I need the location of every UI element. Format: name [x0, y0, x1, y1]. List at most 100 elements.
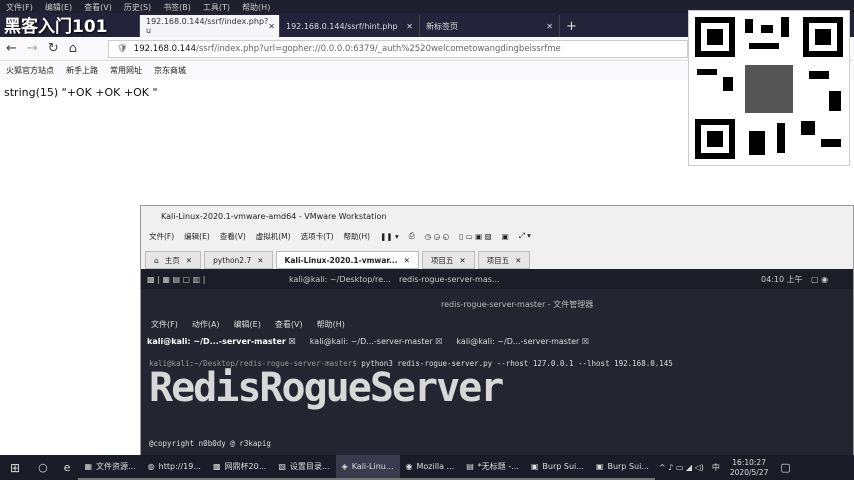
vm-tab-kali[interactable]: Kali-Linux-2020.1-vmwar... ✕: [275, 251, 419, 269]
vm-menu-tabs[interactable]: 选项卡(T): [301, 231, 334, 242]
taskbar-item[interactable]: ▣ Burp Sui...: [524, 455, 590, 480]
vm-menu-view[interactable]: 查看(V): [220, 231, 246, 242]
vm-tab-project5b[interactable]: 项目五 ✕: [477, 251, 531, 269]
snapshot-icon[interactable]: ◷ ◶ ◵: [425, 232, 449, 241]
tab-label: 项目五: [486, 255, 510, 265]
terminal-tab[interactable]: kali@kali: ~/D...-server-master ☒: [456, 337, 589, 346]
vm-menu-edit[interactable]: 编辑(E): [184, 231, 210, 242]
taskbar-label: 文件资源...: [96, 462, 136, 471]
console-icon[interactable]: ▣: [502, 232, 509, 241]
taskbar-label: 网鼎杯20...: [224, 462, 267, 471]
window-title: redis-rogue-server-master - 文件管理器: [441, 300, 594, 309]
fm-menu-help[interactable]: 帮助(H): [317, 319, 345, 330]
copyright-line: @copyright n0b0dy @ r3kapig: [149, 439, 271, 448]
tab-label: Kali-Linux-2020.1-vmwar...: [284, 255, 398, 265]
panel-clock: 04:10 上午: [761, 274, 803, 284]
taskbar-label: Kali-Linu...: [351, 462, 394, 471]
vm-tab-python[interactable]: python2.7 ✕: [204, 251, 273, 269]
taskbar-item[interactable]: ◈ Kali-Linu...: [335, 455, 400, 480]
shield-icon: 🛡: [117, 44, 128, 54]
tab-label: 新标签页: [426, 21, 458, 31]
menu-history[interactable]: 历史(S): [124, 2, 151, 12]
tab-hint[interactable]: 192.168.0.144/ssrf/hint.php ✕: [280, 15, 420, 37]
menu-edit[interactable]: 编辑(E): [45, 2, 72, 12]
taskbar-label: *无标题 -...: [477, 462, 519, 471]
terminal-window: redis-rogue-server-master - 文件管理器 文件(F) …: [141, 289, 853, 455]
bookmark-item[interactable]: 京东商城: [154, 65, 186, 77]
tab-label: kali@kali: ~/D...-server-master: [147, 337, 286, 346]
taskbar-item[interactable]: ▦ 文件资源...: [78, 455, 142, 480]
taskbar-item[interactable]: ▣ Burp Sui...: [589, 455, 655, 480]
view-icons[interactable]: ▯ ▭ ▣ ▨: [459, 232, 492, 241]
watermark: 黑客入门101: [4, 17, 108, 37]
tab-label: 主页: [164, 255, 180, 265]
terminal-tab[interactable]: kali@kali: ~/D...-server-master ☒: [310, 337, 443, 346]
clock-time: 16:10:27: [732, 457, 766, 467]
taskbar-item[interactable]: ▧ 设置目录...: [272, 455, 336, 480]
new-tab-button[interactable]: +: [560, 15, 580, 37]
tab-label: kali@kali: ~/D...-server-master: [309, 337, 433, 346]
edge-icon[interactable]: e: [56, 461, 79, 474]
fm-menu-view[interactable]: 查看(V): [275, 319, 303, 330]
fm-menu-edit[interactable]: 编辑(E): [234, 319, 261, 330]
tab-label: python2.7: [213, 255, 252, 265]
taskbar-label: 设置目录...: [289, 462, 330, 471]
vm-menu-file[interactable]: 文件(F): [149, 231, 174, 242]
search-icon[interactable]: ○: [30, 461, 56, 474]
taskbar-item[interactable]: ▤ *无标题 -...: [460, 455, 525, 480]
url-text: 192.168.0.144/ssrf/index.php?url=gopher:…: [133, 44, 561, 54]
panel-window-terminal[interactable]: kali@kali: ~/Desktop/re...: [289, 275, 391, 284]
ime-indicator[interactable]: 中: [708, 462, 724, 473]
home-icon[interactable]: ⌂: [69, 41, 77, 56]
menu-view[interactable]: 查看(V): [84, 2, 112, 12]
vmware-menubar: 文件(F) 编辑(E) 查看(V) 虚拟机(M) 选项卡(T) 帮助(H) ❚❚…: [141, 226, 853, 246]
tab-label: 192.168.0.144/ssrf/hint.php: [286, 21, 398, 31]
tab-index[interactable]: 192.168.0.144/ssrf/index.php?u ✕: [140, 15, 280, 37]
kali-menu-icon[interactable]: ▩ | ▦ ▤ ▢ ▥ |: [147, 275, 205, 284]
back-icon[interactable]: ←: [6, 41, 17, 56]
vm-tab-project5[interactable]: 项目五 ✕: [421, 251, 475, 269]
menu-file[interactable]: 文件(F): [6, 2, 33, 12]
taskbar-item[interactable]: ◉ Mozilla ...: [399, 455, 461, 480]
page-output: string(15) "+OK +OK +OK ": [4, 86, 158, 99]
vm-menu-help[interactable]: 帮助(H): [344, 231, 371, 242]
start-icon[interactable]: ⊞: [0, 461, 30, 475]
qr-code-image: [688, 10, 850, 166]
close-icon[interactable]: ✕: [546, 22, 553, 31]
bookmark-item[interactable]: 火狐官方站点: [6, 65, 54, 77]
bookmark-item[interactable]: 新手上路: [66, 65, 98, 77]
taskbar-label: Burp Sui...: [607, 462, 649, 471]
url-input[interactable]: 🛡 192.168.0.144/ssrf/index.php?url=gopher…: [108, 40, 688, 58]
volume-icon[interactable]: ▢ ◉: [811, 275, 828, 284]
forward-icon[interactable]: →: [27, 41, 38, 56]
kali-panel: ▩ | ▦ ▤ ▢ ▥ | kali@kali: ~/Desktop/re...…: [141, 269, 853, 289]
fm-menu-file[interactable]: 文件(F): [151, 319, 178, 330]
taskbar-item[interactable]: ◍ http://19...: [141, 455, 207, 480]
pause-icon[interactable]: ❚❚ ▾: [380, 232, 399, 241]
taskbar-label: Mozilla ...: [416, 462, 455, 471]
panel-window-filemanager[interactable]: redis-rogue-server-mas...: [399, 275, 500, 284]
vm-tab-home[interactable]: ⌂ 主页 ✕: [145, 251, 202, 269]
vmware-window: Kali-Linux-2020.1-vmware-amd64 - VMware …: [140, 205, 854, 455]
notification-icon[interactable]: ▢: [774, 461, 796, 474]
tab-label: 192.168.0.144/ssrf/index.php?u: [146, 17, 269, 35]
clock[interactable]: 16:10:27 2020/5/27: [724, 458, 774, 478]
taskbar-label: http://19...: [158, 462, 201, 471]
menu-bookmarks[interactable]: 书签(B): [163, 2, 191, 12]
fm-menu-action[interactable]: 动作(A): [192, 319, 220, 330]
close-icon[interactable]: ✕: [406, 22, 413, 31]
close-icon[interactable]: ✕: [268, 22, 275, 31]
tab-newtab[interactable]: 新标签页 ✕: [420, 15, 560, 37]
terminal-tab[interactable]: kali@kali: ~/D...-server-master ☒: [147, 337, 296, 346]
menu-help[interactable]: 帮助(H): [242, 2, 270, 12]
clock-date: 2020/5/27: [729, 467, 769, 477]
vm-menu-vm[interactable]: 虚拟机(M): [256, 231, 291, 242]
bookmark-item[interactable]: 常用网址: [110, 65, 142, 77]
tray-icons[interactable]: ^ ♪ ▭ ◢ ◁): [655, 463, 708, 472]
reload-icon[interactable]: ↻: [48, 41, 59, 56]
fullscreen-icon[interactable]: ⤢ ▾: [519, 231, 531, 241]
taskbar-item[interactable]: ▩ 网鼎杯20...: [206, 455, 273, 480]
taskbar: ⊞ ○ e ▦ 文件资源... ◍ http://19... ▩ 网鼎杯20..…: [0, 455, 854, 480]
menu-tools[interactable]: 工具(T): [203, 2, 230, 12]
send-keys-icon[interactable]: ⎙: [409, 231, 415, 241]
